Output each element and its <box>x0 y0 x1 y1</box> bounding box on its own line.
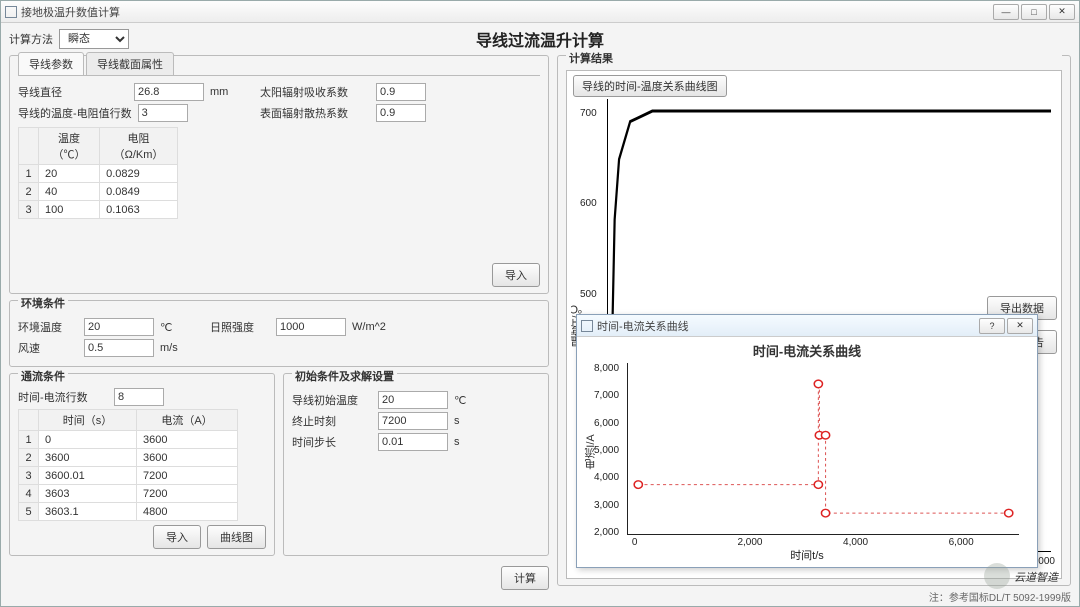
subplot-title: 时间-电流关系曲线 <box>579 341 1035 360</box>
conductor-group: 导线参数 导线截面属性 导线直径 mm 导线的温度-电阻值行数 <box>9 55 549 294</box>
res-rows-input[interactable] <box>138 104 188 122</box>
import-flow-button[interactable]: 导入 <box>153 525 201 549</box>
flow-group: 通流条件 时间-电流行数 时间（s）电流（A） 103600 236003600… <box>9 373 275 556</box>
res-rows-label: 导线的温度-电阻值行数 <box>18 105 132 121</box>
absorb-input[interactable] <box>376 83 426 101</box>
chart-toggle-button[interactable]: 导线的时间-温度关系曲线图 <box>573 75 727 97</box>
step-input[interactable] <box>378 433 448 451</box>
flow-rows-input[interactable] <box>114 388 164 406</box>
tend-input[interactable] <box>378 412 448 430</box>
env-temp-label: 环境温度 <box>18 319 78 335</box>
close-icon[interactable]: ✕ <box>1007 318 1033 334</box>
titlebar: 接地极温升数值计算 — □ ✕ <box>1 1 1079 23</box>
subplot-xlabel: 时间t/s <box>790 547 824 563</box>
wind-input[interactable] <box>84 339 154 357</box>
table-row: 436037200 <box>19 485 238 503</box>
t0-label: 导线初始温度 <box>292 392 372 408</box>
import-resistance-button[interactable]: 导入 <box>492 263 540 287</box>
maximize-icon[interactable]: □ <box>1021 4 1047 20</box>
t0-input[interactable] <box>378 391 448 409</box>
table-row: 103600 <box>19 431 238 449</box>
app-icon <box>581 320 593 332</box>
wind-label: 风速 <box>18 340 78 356</box>
tab-conductor-section[interactable]: 导线截面属性 <box>86 52 174 75</box>
resistance-table[interactable]: 温度（℃）电阻（Ω/Km） 1200.0829 2400.0849 31000.… <box>18 127 178 219</box>
subwindow-title: 时间-电流关系曲线 <box>597 318 979 334</box>
flow-rows-label: 时间-电流行数 <box>18 389 108 405</box>
emiss-input[interactable] <box>376 104 426 122</box>
table-row: 1200.0829 <box>19 165 178 183</box>
page-title: 导线过流温升计算 <box>1 27 1079 51</box>
emiss-label: 表面辐射散热系数 <box>260 105 370 121</box>
calculate-button[interactable]: 计算 <box>501 566 549 590</box>
env-legend: 环境条件 <box>18 295 68 311</box>
table-row: 53603.14800 <box>19 503 238 521</box>
tend-label: 终止时刻 <box>292 413 372 429</box>
diameter-unit: mm <box>210 86 240 98</box>
table-row: 236003600 <box>19 449 238 467</box>
table-row: 31000.1063 <box>19 201 178 219</box>
table-row: 2400.0849 <box>19 183 178 201</box>
initial-group: 初始条件及求解设置 导线初始温度 ℃ 终止时刻 s <box>283 373 549 556</box>
diameter-input[interactable] <box>134 83 204 101</box>
current-curve-window: 时间-电流关系曲线 ? ✕ 时间-电流关系曲线 电流I/A 8,000 7,00… <box>576 314 1038 568</box>
absorb-label: 太阳辐射吸收系数 <box>260 84 370 100</box>
current-chart: 时间-电流关系曲线 电流I/A 8,000 7,000 6,000 5,000 … <box>579 339 1035 565</box>
table-row: 33600.017200 <box>19 467 238 485</box>
tab-conductor-params[interactable]: 导线参数 <box>18 52 84 75</box>
footer-note: 注：参考国标DL/T 5092-1999版 <box>929 589 1071 604</box>
flow-table[interactable]: 时间（s）电流（A） 103600 236003600 33600.017200… <box>18 409 238 521</box>
help-icon[interactable]: ? <box>979 318 1005 334</box>
diameter-label: 导线直径 <box>18 84 128 100</box>
env-temp-input[interactable] <box>84 318 154 336</box>
sun-input[interactable] <box>276 318 346 336</box>
sun-label: 日照强度 <box>210 319 270 335</box>
curve-button[interactable]: 曲线图 <box>207 525 266 549</box>
app-icon <box>5 6 17 18</box>
env-group: 环境条件 环境温度 ℃ 风速 m/s <box>9 300 549 367</box>
window-title: 接地极温升数值计算 <box>21 4 993 20</box>
close-icon[interactable]: ✕ <box>1049 4 1075 20</box>
minimize-icon[interactable]: — <box>993 4 1019 20</box>
step-label: 时间步长 <box>292 434 372 450</box>
